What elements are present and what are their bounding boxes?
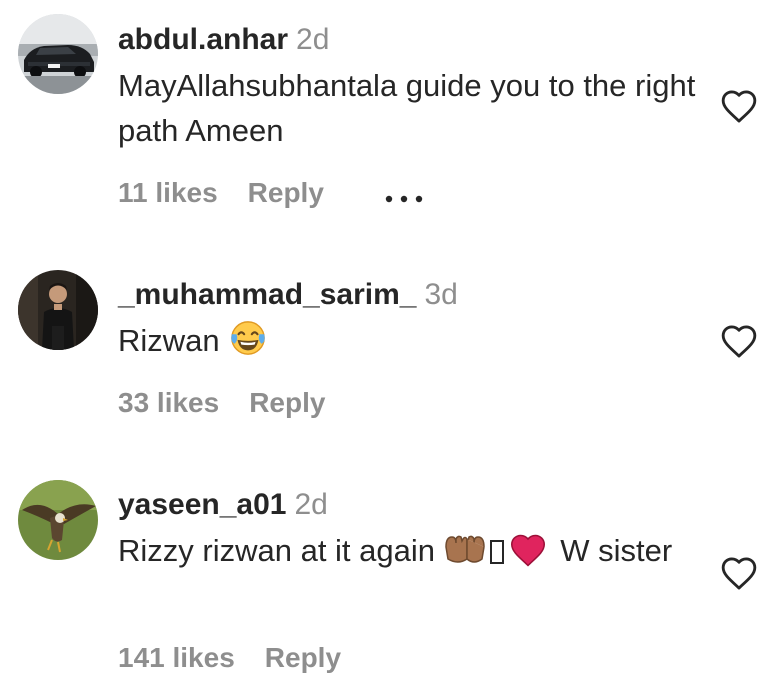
comment-text-content: Rizwan — [118, 323, 220, 358]
missing-glyph-icon — [489, 540, 504, 564]
timestamp[interactable]: 3d — [424, 278, 457, 311]
like-heart-icon[interactable] — [720, 323, 758, 359]
timestamp[interactable]: 2d — [295, 488, 328, 521]
comment-header: _muhammad_sarim_ 3d — [118, 277, 458, 313]
comment-header: yaseen_a01 2d — [118, 487, 328, 523]
likes-count[interactable]: 33 likes — [118, 386, 219, 420]
comment-actions: 141 likes Reply — [118, 641, 341, 675]
like-heart-icon[interactable] — [720, 88, 758, 124]
comment-text-content: Rizzy rizwan at it again — [118, 533, 436, 568]
username[interactable]: yaseen_a01 — [118, 488, 287, 521]
avatar[interactable] — [18, 270, 98, 350]
reply-button[interactable]: Reply — [249, 386, 325, 420]
comment-actions: 11 likes Reply — [118, 176, 424, 212]
comment-text: MayAllahsubhantala guide you to the righ… — [118, 68, 696, 148]
avatar[interactable] — [18, 480, 98, 560]
username[interactable]: _muhammad_sarim_ — [118, 278, 416, 311]
car-avatar-icon — [18, 14, 98, 94]
avatar[interactable] — [18, 14, 98, 94]
comment-header: abdul.anhar 2d — [118, 22, 329, 58]
comment-text: Rizwan — [118, 318, 708, 369]
username[interactable]: abdul.anhar — [118, 23, 288, 56]
reply-button[interactable]: Reply — [265, 641, 341, 675]
like-heart-icon[interactable] — [720, 555, 758, 591]
eagle-avatar-icon — [18, 480, 98, 560]
face-with-tears-of-joy-icon — [228, 319, 268, 369]
comment-text: Rizzy rizwan at it again W sister — [118, 528, 708, 579]
person-avatar-icon — [18, 270, 98, 350]
reply-button[interactable]: Reply — [248, 176, 324, 210]
comment-text-continuation: W sister — [560, 533, 673, 568]
red-heart-icon — [508, 533, 548, 579]
timestamp[interactable]: 2d — [296, 23, 329, 56]
likes-count[interactable]: 141 likes — [118, 641, 235, 675]
palms-up-together-icon — [444, 533, 486, 579]
comment-actions: 33 likes Reply — [118, 386, 325, 420]
likes-count[interactable]: 11 likes — [118, 176, 218, 210]
more-options-icon[interactable] — [384, 178, 424, 212]
